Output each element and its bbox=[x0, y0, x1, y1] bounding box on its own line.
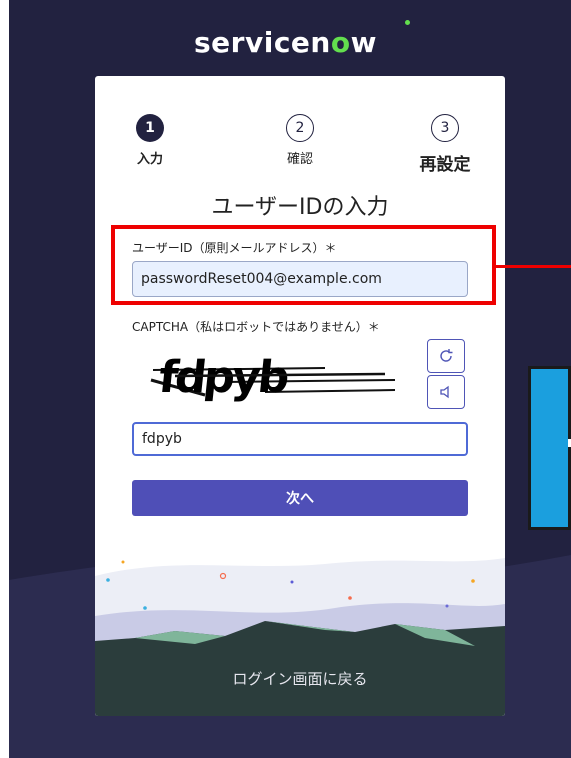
step-2: 2 確認 bbox=[270, 114, 330, 167]
highlight-connector-line bbox=[496, 265, 571, 268]
captcha-input[interactable] bbox=[132, 422, 468, 456]
step-2-number: 2 bbox=[286, 114, 314, 142]
step-1-number: 1 bbox=[136, 114, 164, 142]
captcha-text: fdpyb bbox=[156, 352, 290, 403]
refresh-icon bbox=[440, 349, 453, 362]
landscape-illustration bbox=[95, 558, 505, 716]
captcha-image: fdpyb bbox=[150, 352, 396, 403]
refresh-captcha-button[interactable] bbox=[427, 339, 465, 373]
step-3: 3 再設定 bbox=[415, 114, 475, 175]
form-title: ユーザーIDの入力 bbox=[211, 195, 389, 220]
audio-captcha-button[interactable] bbox=[427, 375, 465, 409]
step-1-label: 入力 bbox=[136, 152, 163, 167]
step-1: 1 入力 bbox=[120, 114, 180, 167]
logo-dot bbox=[405, 20, 410, 25]
password-reset-card: 1 入力 2 確認 3 再設定 ユーザーIDの入力 ユーザーID（原則メールアド… bbox=[95, 76, 505, 716]
speaker-icon bbox=[440, 385, 449, 399]
step-2-label: 確認 bbox=[286, 152, 313, 167]
step-3-number: 3 bbox=[431, 114, 459, 142]
userid-highlight-box bbox=[111, 225, 496, 305]
step-3-label: 再設定 bbox=[419, 155, 471, 175]
servicenow-logo: servicenow bbox=[194, 26, 377, 59]
side-callout-panel bbox=[528, 366, 571, 530]
back-to-login-link[interactable]: ログイン画面に戻る bbox=[95, 668, 505, 689]
captcha-label: CAPTCHA（私はロボットではありません）＊ bbox=[132, 320, 380, 334]
next-button[interactable]: 次へ bbox=[132, 480, 468, 516]
